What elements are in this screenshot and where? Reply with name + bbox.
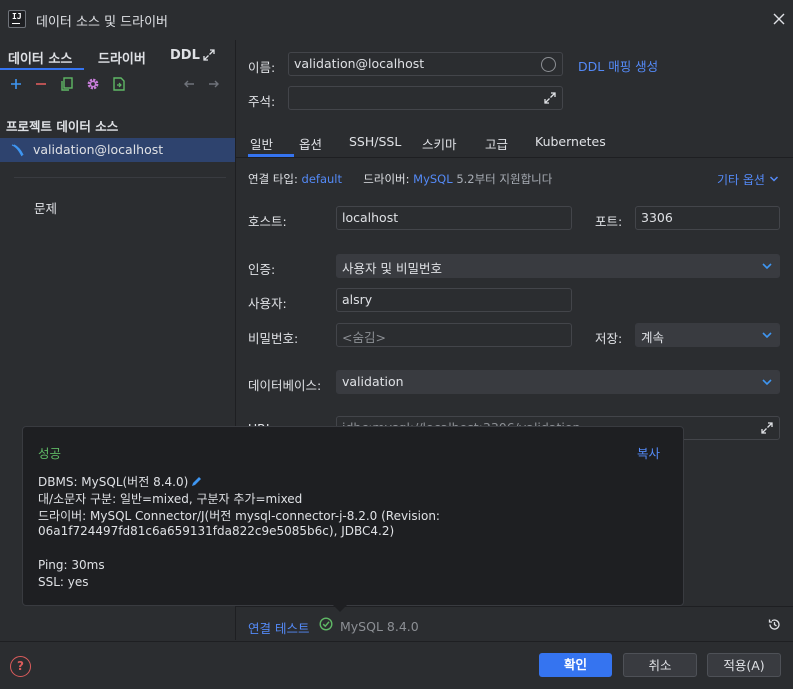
more-options-link[interactable]: 기타 옵션 bbox=[717, 171, 779, 188]
test-result-text: MySQL 8.4.0 bbox=[340, 619, 419, 634]
reset-icon[interactable] bbox=[767, 617, 782, 632]
popup-line-ping: Ping: 30ms bbox=[38, 558, 105, 572]
chevron-down-icon bbox=[762, 263, 772, 270]
settings-icon[interactable] bbox=[85, 76, 101, 92]
add-icon[interactable] bbox=[8, 76, 24, 92]
database-select-value: validation bbox=[342, 374, 404, 389]
export-icon[interactable] bbox=[111, 76, 127, 92]
auth-label: 인증: bbox=[248, 262, 276, 277]
tab-general[interactable]: 일반 bbox=[250, 134, 273, 153]
tab-schemas[interactable]: 스키마 bbox=[422, 134, 457, 153]
ddl-mapping-link[interactable]: DDL 매핑 생성 bbox=[578, 56, 658, 75]
popup-line-ssl: SSL: yes bbox=[38, 575, 89, 589]
test-connection-row: 연결 테스트 MySQL 8.4.0 bbox=[236, 606, 793, 641]
port-label: 포트: bbox=[595, 214, 623, 229]
mysql-icon bbox=[11, 144, 24, 157]
tab-kubernetes[interactable]: Kubernetes bbox=[535, 134, 606, 149]
problems-item[interactable]: 문제 bbox=[34, 198, 57, 217]
popup-line-driver: 드라이버: MySQL Connector/J(버전 mysql-connect… bbox=[38, 509, 440, 523]
user-label: 사용자: bbox=[248, 296, 287, 311]
tab-data-sources[interactable]: 데이터 소스 bbox=[8, 48, 72, 67]
auth-select-value: 사용자 및 비밀번호 bbox=[342, 261, 442, 276]
settings-tabs: 일반 옵션 SSH/SSL 스키마 고급 Kubernetes bbox=[236, 128, 793, 158]
tab-ssh-ssl[interactable]: SSH/SSL bbox=[349, 134, 401, 149]
duplicate-icon[interactable] bbox=[59, 76, 75, 92]
comment-label: 주석: bbox=[248, 94, 276, 109]
save-select[interactable]: 계속 bbox=[635, 323, 780, 347]
copy-link[interactable]: 복사 bbox=[637, 443, 660, 462]
close-icon[interactable] bbox=[770, 10, 788, 28]
apply-button[interactable]: 적용(A) bbox=[707, 653, 781, 677]
window-title: 데이터 소스 및 드라이버 bbox=[36, 15, 168, 30]
chevron-down-icon bbox=[762, 379, 772, 386]
check-circle-icon bbox=[319, 617, 333, 631]
active-tab-indicator bbox=[0, 68, 84, 70]
left-toolbar bbox=[0, 76, 236, 102]
driver-note: 5.2부터 지원합니다 bbox=[456, 172, 553, 186]
connection-type-row: 연결 타입: default 드라이버: MySQL 5.2부터 지원합니다 bbox=[248, 171, 552, 187]
tab-advanced[interactable]: 고급 bbox=[485, 134, 508, 153]
section-title: 프로젝트 데이터 소스 bbox=[6, 119, 119, 134]
test-connection-link[interactable]: 연결 테스트 bbox=[248, 618, 309, 637]
comment-input[interactable] bbox=[288, 86, 563, 110]
auth-select[interactable]: 사용자 및 비밀번호 bbox=[336, 254, 780, 278]
ok-button[interactable]: 확인 bbox=[539, 653, 612, 677]
save-label: 저장: bbox=[595, 331, 623, 346]
chevron-down-icon bbox=[762, 332, 772, 339]
database-label: 데이터베이스: bbox=[248, 378, 322, 393]
password-label: 비밀번호: bbox=[248, 331, 299, 346]
popup-title: 성공 bbox=[38, 446, 62, 461]
expand-icon[interactable] bbox=[760, 421, 774, 435]
name-input-value: validation@localhost bbox=[294, 56, 425, 71]
driver-label: 드라이버: bbox=[363, 172, 410, 186]
forward-icon[interactable] bbox=[206, 76, 222, 92]
popup-line-revision: 06a1f724497fd81c6a659131fda822c9e5085b6c… bbox=[38, 524, 395, 538]
tab-ddl[interactable]: DDL bbox=[170, 48, 200, 63]
connection-type-link[interactable]: default bbox=[302, 172, 342, 186]
color-circle-icon[interactable] bbox=[541, 57, 556, 72]
datasource-item-label: validation@localhost bbox=[33, 142, 164, 157]
host-input[interactable]: localhost bbox=[336, 206, 572, 230]
dialog-footer: ? 확인 취소 적용(A) bbox=[0, 641, 793, 689]
help-icon[interactable]: ? bbox=[10, 656, 31, 677]
popup-line-case: 대/소문자 구분: 일반=mixed, 구분자 추가=mixed bbox=[38, 492, 303, 506]
more-options-label: 기타 옵션 bbox=[717, 173, 765, 187]
datasource-item[interactable]: validation@localhost bbox=[0, 138, 235, 162]
port-input[interactable]: 3306 bbox=[635, 206, 780, 230]
name-label: 이름: bbox=[248, 60, 276, 75]
title-bar: IJ 데이터 소스 및 드라이버 bbox=[0, 0, 793, 40]
remove-icon[interactable] bbox=[33, 76, 49, 92]
pencil-icon[interactable] bbox=[190, 475, 203, 488]
driver-link[interactable]: MySQL bbox=[413, 172, 453, 186]
database-select[interactable]: validation bbox=[336, 370, 780, 394]
connection-result-popup: 성공 복사 DBMS: MySQL(버전 8.4.0) 대/소문자 구분: 일반… bbox=[22, 426, 684, 606]
back-icon[interactable] bbox=[181, 76, 197, 92]
popup-line-dbms-text: DBMS: MySQL(버전 8.4.0) bbox=[38, 475, 189, 489]
tab-drivers[interactable]: 드라이버 bbox=[98, 48, 146, 67]
popup-line-dbms: DBMS: MySQL(버전 8.4.0) bbox=[38, 473, 203, 490]
expand-icon[interactable] bbox=[202, 48, 216, 62]
save-select-value: 계속 bbox=[641, 330, 665, 345]
expand-icon[interactable] bbox=[543, 91, 557, 105]
host-label: 호스트: bbox=[248, 214, 287, 229]
connection-type-label: 연결 타입: bbox=[248, 172, 298, 186]
user-input[interactable]: alsry bbox=[336, 288, 572, 312]
name-input[interactable]: validation@localhost bbox=[288, 52, 563, 76]
active-tab-indicator bbox=[248, 154, 294, 157]
divider bbox=[14, 177, 226, 178]
cancel-button[interactable]: 취소 bbox=[623, 653, 697, 677]
tab-options[interactable]: 옵션 bbox=[299, 134, 322, 153]
password-input[interactable]: <숨김> bbox=[336, 323, 572, 347]
app-logo: IJ bbox=[8, 10, 26, 28]
chevron-down-icon bbox=[769, 176, 778, 182]
